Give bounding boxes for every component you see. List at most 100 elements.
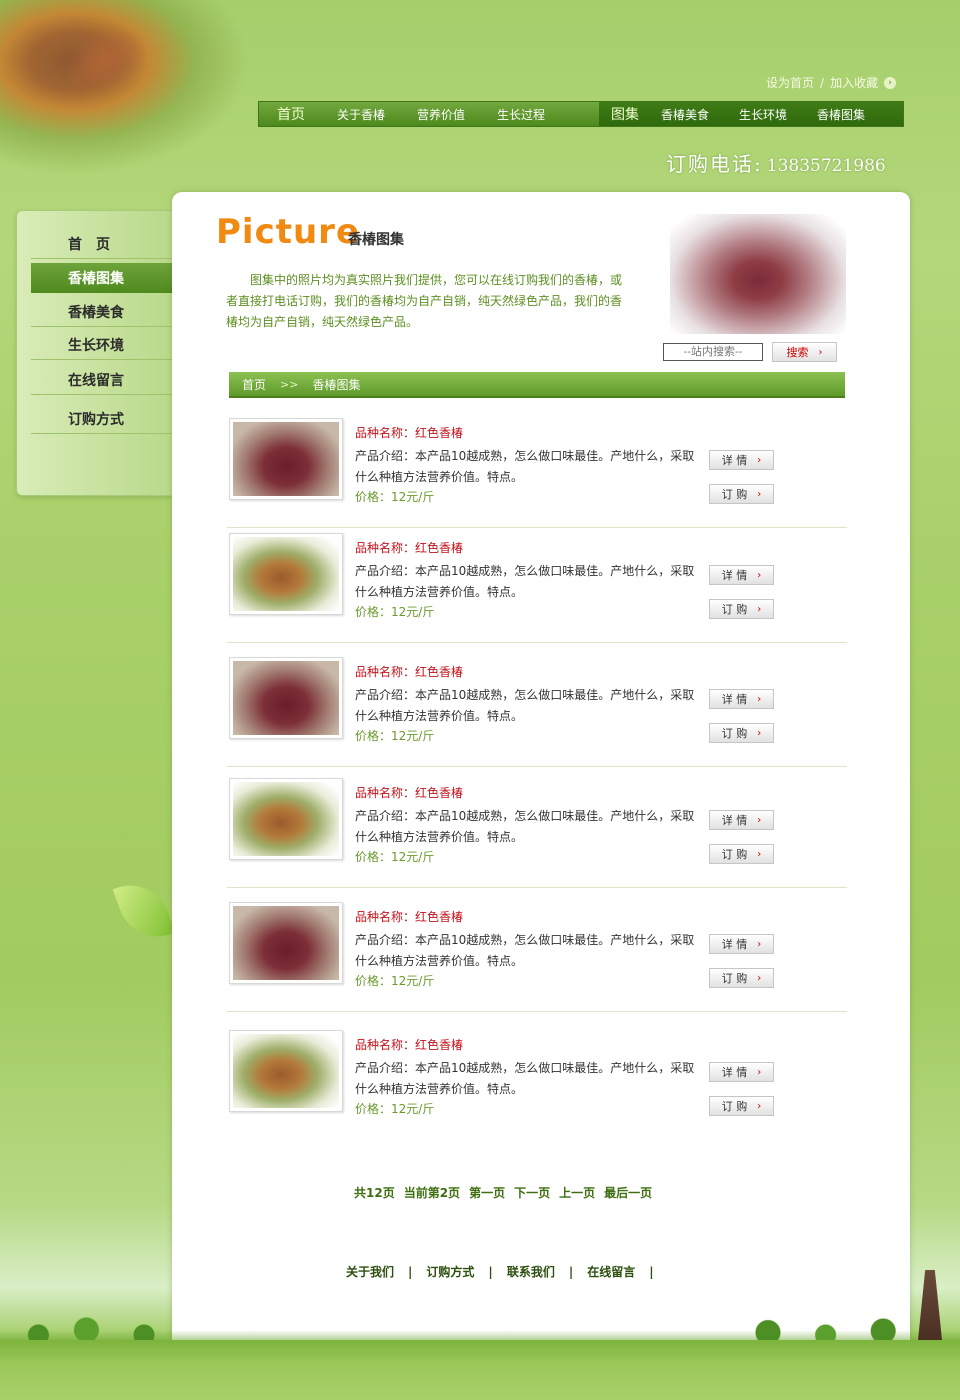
nav-nutrition[interactable]: 营养价值 bbox=[417, 106, 465, 123]
nav-growth[interactable]: 生长过程 bbox=[497, 106, 545, 123]
order-button[interactable]: 订 购 › bbox=[709, 484, 774, 504]
footer-link-contact[interactable]: 联系我们 bbox=[507, 1263, 555, 1280]
footer-link-message[interactable]: 在线留言 bbox=[587, 1263, 635, 1280]
red-toon-sprout-image bbox=[233, 422, 339, 496]
chevron-right-icon: › bbox=[818, 346, 823, 358]
detail-button[interactable]: 详 情 › bbox=[709, 450, 774, 470]
order-button-label: 订 购 bbox=[721, 603, 748, 616]
product-name: 品种名称：红色香椿 bbox=[355, 786, 464, 800]
chevron-right-icon: › bbox=[757, 814, 762, 826]
sidebar-item-gallery[interactable]: 香椿图集 bbox=[31, 263, 174, 293]
sidebar-item-label: 订购方式 bbox=[68, 411, 124, 428]
sidebar-item-order[interactable]: 订购方式 bbox=[31, 404, 174, 434]
footer-separator: | bbox=[649, 1264, 654, 1279]
pager-last[interactable]: 最后一页 bbox=[604, 1184, 652, 1201]
arrow-icon: › bbox=[884, 76, 897, 89]
product-thumbnail[interactable] bbox=[229, 778, 343, 860]
product-thumbnail[interactable] bbox=[229, 418, 343, 500]
product-name: 品种名称：红色香椿 bbox=[355, 910, 464, 924]
order-button-label: 订 购 bbox=[721, 488, 748, 501]
add-favorite-link[interactable]: 加入收藏 bbox=[830, 74, 878, 91]
product-thumbnail[interactable] bbox=[229, 902, 343, 984]
product-item: 品种名称：红色香椿 产品介绍：本产品10越成熟，怎么做口味最佳。产地什么，采取什… bbox=[227, 649, 847, 767]
sidebar-item-label: 香椿美食 bbox=[68, 304, 124, 321]
product-name: 品种名称：红色香椿 bbox=[355, 1038, 464, 1052]
product-description: 产品介绍：本产品10越成熟，怎么做口味最佳。产地什么，采取什么种植方法营养价值。… bbox=[355, 688, 695, 723]
sidebar-item-environment[interactable]: 生长环境 bbox=[31, 330, 174, 360]
footer-separator: | bbox=[408, 1264, 413, 1279]
product-item: 品种名称：红色香椿 产品介绍：本产品10越成熟，怎么做口味最佳。产地什么，采取什… bbox=[227, 770, 847, 888]
grass-decoration bbox=[0, 1340, 960, 1400]
featured-toon-photo bbox=[670, 214, 846, 334]
detail-button-label: 详 情 bbox=[721, 693, 748, 706]
product-description: 产品介绍：本产品10越成熟，怎么做口味最佳。产地什么，采取什么种植方法营养价值。… bbox=[355, 933, 695, 968]
product-name: 品种名称：红色香椿 bbox=[355, 541, 464, 555]
nav-about[interactable]: 关于香椿 bbox=[337, 106, 385, 123]
order-button[interactable]: 订 购 › bbox=[709, 599, 774, 619]
page-subtitle: 香椿图集 bbox=[348, 232, 404, 248]
top-links-separator: / bbox=[820, 75, 825, 90]
nav-home[interactable]: 首页 bbox=[277, 104, 305, 124]
product-description: 产品介绍：本产品10越成熟，怎么做口味最佳。产地什么，采取什么种植方法营养价值。… bbox=[355, 449, 695, 484]
sidebar-item-home[interactable]: 首 页 bbox=[31, 229, 174, 259]
detail-button-label: 详 情 bbox=[721, 938, 748, 951]
nav-gallery[interactable]: 图集 bbox=[611, 104, 639, 124]
pager-total: 共12页 bbox=[354, 1186, 395, 1200]
nav-food[interactable]: 香椿美食 bbox=[661, 106, 709, 123]
search-button[interactable]: 搜索 › bbox=[772, 342, 837, 362]
order-button-label: 订 购 bbox=[721, 848, 748, 861]
pager-next[interactable]: 下一页 bbox=[514, 1184, 550, 1201]
nav-environment[interactable]: 生长环境 bbox=[739, 106, 787, 123]
order-button[interactable]: 订 购 › bbox=[709, 968, 774, 988]
main-nav-right: 图集 香椿美食 生长环境 香椿图集 bbox=[599, 102, 903, 126]
detail-button[interactable]: 详 情 › bbox=[709, 689, 774, 709]
leaf-decoration bbox=[112, 874, 176, 948]
product-thumbnail[interactable] bbox=[229, 1030, 343, 1112]
green-toon-sprout-image bbox=[233, 1034, 339, 1108]
phone-label: 订购电话: bbox=[666, 152, 763, 176]
green-toon-sprout-image bbox=[233, 782, 339, 856]
order-button-label: 订 购 bbox=[721, 972, 748, 985]
header-foliage-decoration bbox=[0, 0, 250, 175]
product-item: 品种名称：红色香椿 产品介绍：本产品10越成熟，怎么做口味最佳。产地什么，采取什… bbox=[227, 410, 847, 528]
product-price: 价格：12元/斤 bbox=[355, 974, 435, 988]
order-phone: 订购电话: 13835721986 bbox=[666, 148, 886, 177]
product-item: 品种名称：红色香椿 产品介绍：本产品10越成熟，怎么做口味最佳。产地什么，采取什… bbox=[227, 1022, 847, 1140]
sidebar-item-label: 首 页 bbox=[68, 236, 110, 253]
sidebar-item-food[interactable]: 香椿美食 bbox=[31, 297, 174, 327]
product-item: 品种名称：红色香椿 产品介绍：本产品10越成熟，怎么做口味最佳。产地什么，采取什… bbox=[227, 894, 847, 1012]
set-home-link[interactable]: 设为首页 bbox=[766, 74, 814, 91]
footer-link-about[interactable]: 关于我们 bbox=[346, 1263, 394, 1280]
product-price: 价格：12元/斤 bbox=[355, 1102, 435, 1116]
order-button[interactable]: 订 购 › bbox=[709, 844, 774, 864]
footer-link-order[interactable]: 订购方式 bbox=[426, 1263, 474, 1280]
product-price: 价格：12元/斤 bbox=[355, 605, 435, 619]
breadcrumb: 首页 >> 香椿图集 bbox=[229, 372, 845, 398]
product-item: 品种名称：红色香椿 产品介绍：本产品10越成熟，怎么做口味最佳。产地什么，采取什… bbox=[227, 525, 847, 643]
order-button[interactable]: 订 购 › bbox=[709, 723, 774, 743]
breadcrumb-separator: >> bbox=[280, 377, 299, 391]
top-links: 设为首页 / 加入收藏 › bbox=[766, 74, 897, 91]
red-toon-sprout-image bbox=[233, 661, 339, 735]
product-name: 品种名称：红色香椿 bbox=[355, 426, 464, 440]
product-thumbnail[interactable] bbox=[229, 657, 343, 739]
chevron-right-icon: › bbox=[757, 488, 762, 500]
pager-first[interactable]: 第一页 bbox=[469, 1184, 505, 1201]
nav-toon-gallery[interactable]: 香椿图集 bbox=[817, 106, 865, 123]
chevron-right-icon: › bbox=[757, 693, 762, 705]
order-button[interactable]: 订 购 › bbox=[709, 1096, 774, 1116]
detail-button[interactable]: 详 情 › bbox=[709, 810, 774, 830]
search-input[interactable] bbox=[663, 343, 763, 361]
breadcrumb-home[interactable]: 首页 bbox=[242, 376, 266, 393]
detail-button[interactable]: 详 情 › bbox=[709, 934, 774, 954]
footer-separator: | bbox=[568, 1264, 574, 1279]
detail-button[interactable]: 详 情 › bbox=[709, 1062, 774, 1082]
chevron-right-icon: › bbox=[757, 454, 762, 466]
detail-button[interactable]: 详 情 › bbox=[709, 565, 774, 585]
product-thumbnail[interactable] bbox=[229, 533, 343, 615]
pager-prev[interactable]: 上一页 bbox=[559, 1184, 595, 1201]
page-title: Picture bbox=[216, 212, 361, 252]
chevron-right-icon: › bbox=[757, 972, 762, 984]
product-price: 价格：12元/斤 bbox=[355, 729, 435, 743]
sidebar-item-message[interactable]: 在线留言 bbox=[31, 365, 174, 395]
